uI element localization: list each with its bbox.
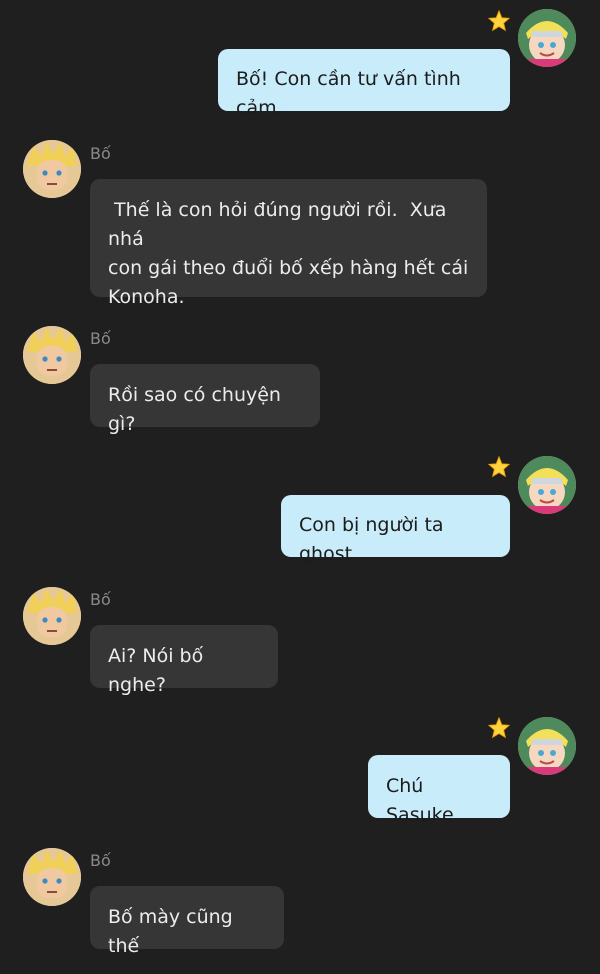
sender-name: Bố [90,590,111,609]
message-bubble[interactable]: Rồi sao có chuyện gì? [90,364,320,435]
star-icon [487,9,511,32]
message-bubble[interactable]: Bố mày cũng thế [90,886,284,957]
message-bubble[interactable]: Ai? Nói bố nghe? [90,625,278,696]
father-avatar-icon[interactable] [23,140,81,198]
father-avatar-icon[interactable] [23,848,81,906]
sender-name: Bố [90,329,111,348]
message-bubble[interactable]: Con bị người ta ghost [281,495,510,565]
boy-avatar-icon[interactable] [518,9,576,67]
message-bubble[interactable]: Chú Sasuke [368,755,510,826]
father-avatar-icon[interactable] [23,326,81,384]
star-icon [487,455,511,478]
boy-avatar-icon[interactable] [518,456,576,514]
sender-name: Bố [90,144,111,163]
boy-avatar-icon[interactable] [518,717,576,775]
sender-name: Bố [90,851,111,870]
father-avatar-icon[interactable] [23,587,81,645]
message-bubble[interactable]: Bố! Con cần tư vấn tình cảm. [218,49,510,119]
chat-thread: Bố! Con cần tư vấn tình cảm. Bố Thế là c… [0,0,600,974]
message-bubble[interactable]: Thế là con hỏi đúng người rồi. Xưa nhá c… [90,179,487,308]
star-icon [487,716,511,739]
